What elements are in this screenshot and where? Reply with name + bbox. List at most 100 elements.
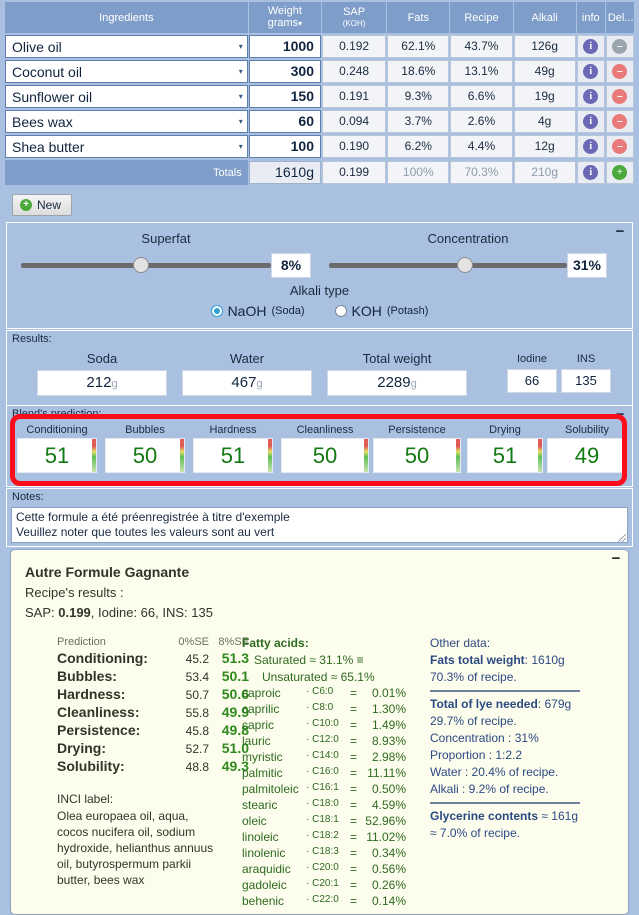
fa-code: · C18:0 <box>306 798 350 812</box>
header-fats[interactable]: Fats <box>387 2 449 33</box>
ingredient-name: Olive oil <box>12 39 239 55</box>
other-data-glycerine: Glycerine contents ≈ 161g <box>430 809 615 823</box>
chevron-down-icon: ▾ <box>239 67 243 76</box>
info-button[interactable]: i <box>577 161 605 184</box>
collapse-sliders-button[interactable]: − <box>614 227 626 239</box>
delete-button[interactable]: – <box>606 85 634 108</box>
delete-button[interactable]: – <box>606 135 634 158</box>
fa-name: linoleic <box>242 830 306 844</box>
report-sap-prefix: SAP: <box>25 605 58 620</box>
fa-value: 0.56% <box>362 862 406 876</box>
notes-input[interactable] <box>11 507 628 543</box>
table-row: Olive oil ▾ 1000 0.192 62.1% 43.7% 126g … <box>5 35 634 58</box>
alkali-value: 19g <box>514 85 576 108</box>
info-button[interactable]: i <box>577 135 605 158</box>
header-alkali[interactable]: Alkali <box>514 2 576 33</box>
result-water-unit: g <box>256 378 262 390</box>
inci-label-title: INCI label: <box>57 792 249 806</box>
result-total-weight-value: 2289g <box>327 370 467 396</box>
ingredients-table-container: Ingredients Weight grams▾ SAP (KOH) Fats… <box>0 0 639 187</box>
weight-input[interactable]: 150 <box>249 85 321 108</box>
concentration-slider[interactable] <box>329 263 567 268</box>
radio-naoh[interactable]: NaOH (Soda) <box>211 303 305 319</box>
report-header: Autre Formule Gagnante Recipe's results … <box>11 550 628 620</box>
fa-value: 2.98% <box>362 750 406 764</box>
info-button[interactable]: i <box>577 85 605 108</box>
radio-naoh-label: NaOH <box>228 303 267 319</box>
fa-eq: = <box>350 814 362 828</box>
delete-button[interactable]: – <box>606 60 634 83</box>
ingredient-select[interactable]: Coconut oil ▾ <box>5 60 248 83</box>
new-button[interactable]: + New <box>12 194 72 216</box>
recipe-value: 4.4% <box>450 135 512 158</box>
prediction-solubility-value: 49 <box>547 438 627 473</box>
header-recipe[interactable]: Recipe <box>450 2 512 33</box>
delete-button[interactable]: – <box>606 35 634 58</box>
fa-code: · C10:0 <box>306 718 350 732</box>
weight-input[interactable]: 100 <box>249 135 321 158</box>
radio-koh[interactable]: KOH (Potash) <box>335 303 429 319</box>
table-row: Coconut oil ▾ 300 0.248 18.6% 13.1% 49g … <box>5 60 634 83</box>
header-weight[interactable]: Weight grams▾ <box>249 2 321 33</box>
gauge-bar <box>180 439 184 472</box>
fa-value: 1.30% <box>362 702 406 716</box>
header-sap[interactable]: SAP (KOH) <box>322 2 386 33</box>
fa-eq: = <box>350 718 362 732</box>
ingredient-select[interactable]: Shea butter ▾ <box>5 135 248 158</box>
other-data-concentration: Concentration : 31% <box>430 731 615 745</box>
prediction-hardness-number: 51 <box>221 443 245 469</box>
superfat-slider[interactable] <box>21 263 271 268</box>
fa-code: · C16:1 <box>306 782 350 796</box>
fats-weight-label: Fats total weight <box>430 653 525 667</box>
collapse-report-button[interactable]: − <box>610 554 622 566</box>
report-subtitle: Recipe's results : <box>25 585 628 600</box>
info-button[interactable]: i <box>577 110 605 133</box>
prediction-conditioning-caption: Conditioning <box>17 424 97 436</box>
delete-button[interactable]: – <box>606 110 634 133</box>
collapse-blend-button[interactable]: − <box>614 410 626 422</box>
ingredient-select[interactable]: Olive oil ▾ <box>5 35 248 58</box>
fats-value: 3.7% <box>387 110 449 133</box>
superfat-label: Superfat <box>21 231 311 246</box>
blend-prediction-panel: Blend's prediction: − Conditioning 51 Bu… <box>6 405 633 487</box>
recipe-cell: 43.7% <box>450 35 512 58</box>
superfat-slider-group: Superfat 8% <box>21 231 311 278</box>
other-data-lye-pct: 29.7% of recipe. <box>430 714 615 728</box>
table-totals-row: Totals 1610g 0.199 100% 70.3% 210g i + <box>5 160 634 185</box>
weight-input[interactable]: 60 <box>249 110 321 133</box>
fatty-acids-saturated: Saturated ≈ 31.1% ≡ <box>242 653 406 667</box>
info-button[interactable]: i <box>577 35 605 58</box>
sort-desc-icon[interactable]: ▾ <box>298 19 302 28</box>
radio-naoh-indicator[interactable] <box>211 305 223 317</box>
recipe-value: 6.6% <box>450 85 512 108</box>
row-name: Persistence: <box>57 722 173 738</box>
weight-input[interactable]: 1000 <box>249 35 321 58</box>
resize-grip-icon[interactable] <box>618 534 626 542</box>
radio-koh-indicator[interactable] <box>335 305 347 317</box>
notes-panel: Notes: <box>6 488 633 547</box>
prediction-cleanliness: Cleanliness 50 <box>281 424 369 473</box>
add-row-button[interactable]: + <box>606 161 634 184</box>
superfat-slider-thumb[interactable] <box>133 257 149 273</box>
report-prediction-row: Hardness:50.750.6 <box>57 686 249 702</box>
fa-code: · C14:0 <box>306 750 350 764</box>
fats-cell: 9.3% <box>387 85 449 108</box>
ingredient-select[interactable]: Bees wax ▾ <box>5 110 248 133</box>
fa-value: 0.34% <box>362 846 406 860</box>
prediction-persistence: Persistence 50 <box>373 424 461 473</box>
report-prediction-row: Conditioning:45.251.3 <box>57 650 249 666</box>
weight-input[interactable]: 300 <box>249 60 321 83</box>
fa-code: · C20:0 <box>306 862 350 876</box>
result-total-weight-caption: Total weight <box>327 351 467 366</box>
info-icon: i <box>583 64 598 79</box>
chevron-down-icon: ▾ <box>239 92 243 101</box>
fatty-acid-row: palmitoleic· C16:1=0.50% <box>242 782 406 796</box>
fa-eq: = <box>350 750 362 764</box>
info-button[interactable]: i <box>577 60 605 83</box>
new-button-label: New <box>37 198 61 212</box>
concentration-slider-thumb[interactable] <box>457 257 473 273</box>
fatty-acid-row: araquidic· C20:0=0.56% <box>242 862 406 876</box>
ingredient-select[interactable]: Sunflower oil ▾ <box>5 85 248 108</box>
fa-code: · C16:0 <box>306 766 350 780</box>
header-ingredients[interactable]: Ingredients <box>5 2 248 33</box>
